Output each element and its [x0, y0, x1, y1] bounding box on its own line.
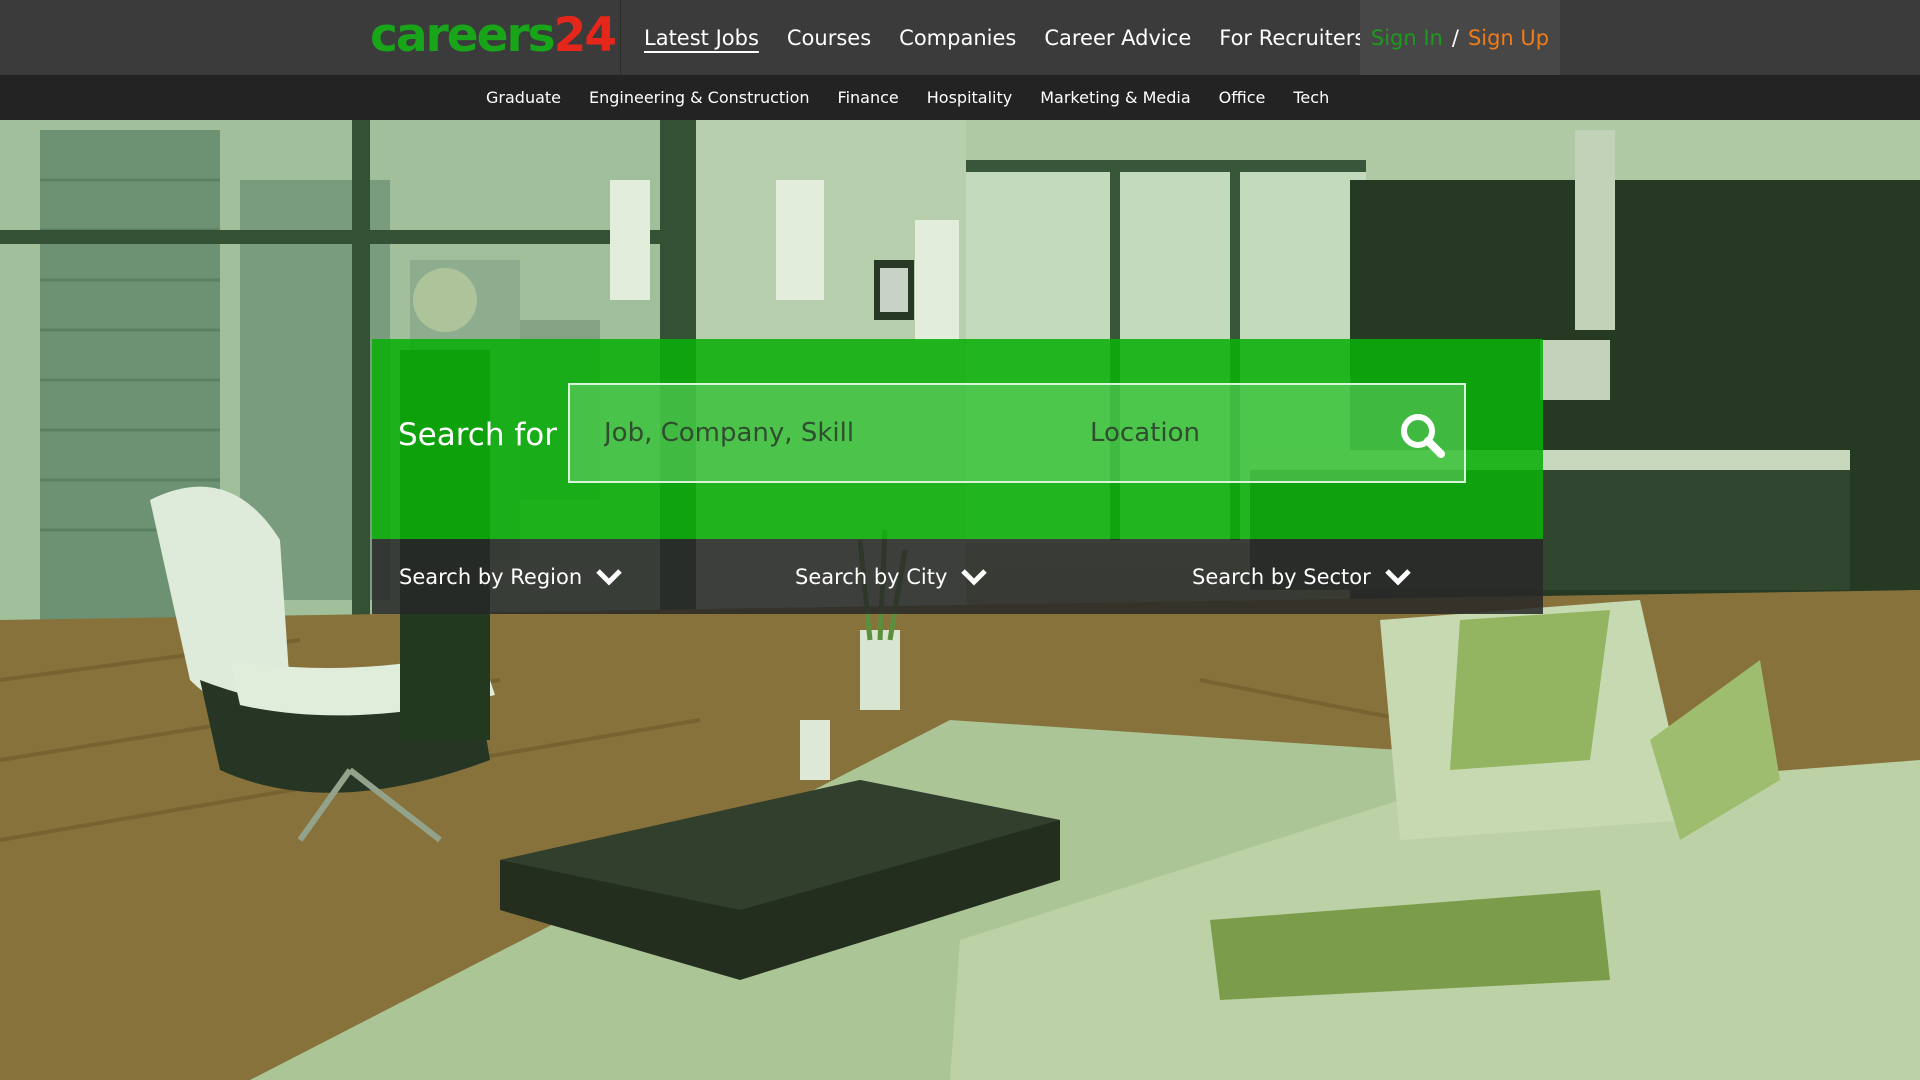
chevron-down-icon	[1385, 568, 1411, 586]
search-panel: Search for	[372, 339, 1543, 539]
sector-nav-bar: Graduate Engineering & Construction Fina…	[0, 75, 1920, 120]
search-box	[568, 383, 1466, 483]
sector-link-hospitality[interactable]: Hospitality	[927, 88, 1012, 107]
sector-nav: Graduate Engineering & Construction Fina…	[472, 75, 1343, 120]
nav-companies[interactable]: Companies	[899, 26, 1016, 50]
search-by-city-dropdown[interactable]: Search by City	[795, 539, 989, 614]
sector-link-finance[interactable]: Finance	[838, 88, 899, 107]
nav-for-recruiters[interactable]: For Recruiters	[1219, 26, 1365, 50]
sign-up-link[interactable]: Sign Up	[1468, 26, 1549, 50]
sector-link-graduate[interactable]: Graduate	[486, 88, 561, 107]
careers24-logo[interactable]: careers24	[370, 6, 617, 66]
sector-link-office[interactable]: Office	[1219, 88, 1266, 107]
logo-number: 24	[553, 8, 617, 63]
top-header: careers24 Latest Jobs Courses Companies …	[0, 0, 1920, 75]
filter-label: Search by Sector	[1192, 564, 1371, 589]
filter-label: Search by City	[795, 564, 948, 589]
nav-courses[interactable]: Courses	[787, 26, 871, 50]
filter-label: Search by Region	[399, 564, 583, 589]
sector-link-tech[interactable]: Tech	[1293, 88, 1329, 107]
chevron-down-icon	[596, 568, 622, 586]
nav-latest-jobs[interactable]: Latest Jobs	[644, 26, 759, 50]
sign-in-link[interactable]: Sign In	[1371, 26, 1443, 50]
sector-link-marketing[interactable]: Marketing & Media	[1040, 88, 1190, 107]
search-icon	[1401, 414, 1445, 458]
search-label: Search for	[398, 417, 557, 453]
main-nav: Latest Jobs Courses Companies Career Adv…	[630, 0, 1379, 75]
job-search-input[interactable]	[604, 385, 1044, 481]
search-by-region-dropdown[interactable]: Search by Region	[399, 539, 624, 614]
auth-box: Sign In / Sign Up	[1360, 0, 1560, 75]
auth-separator: /	[1451, 25, 1459, 50]
logo-text: careers	[370, 8, 556, 63]
location-input[interactable]	[1090, 385, 1390, 481]
chevron-down-icon	[961, 568, 988, 586]
nav-career-advice[interactable]: Career Advice	[1044, 26, 1191, 50]
sector-link-engineering[interactable]: Engineering & Construction	[589, 88, 810, 107]
search-by-sector-dropdown[interactable]: Search by Sector	[1192, 539, 1413, 614]
search-filter-bar: Search by Region Search by City Search b…	[372, 539, 1543, 614]
search-button[interactable]	[1398, 411, 1446, 459]
header-divider	[620, 0, 621, 75]
